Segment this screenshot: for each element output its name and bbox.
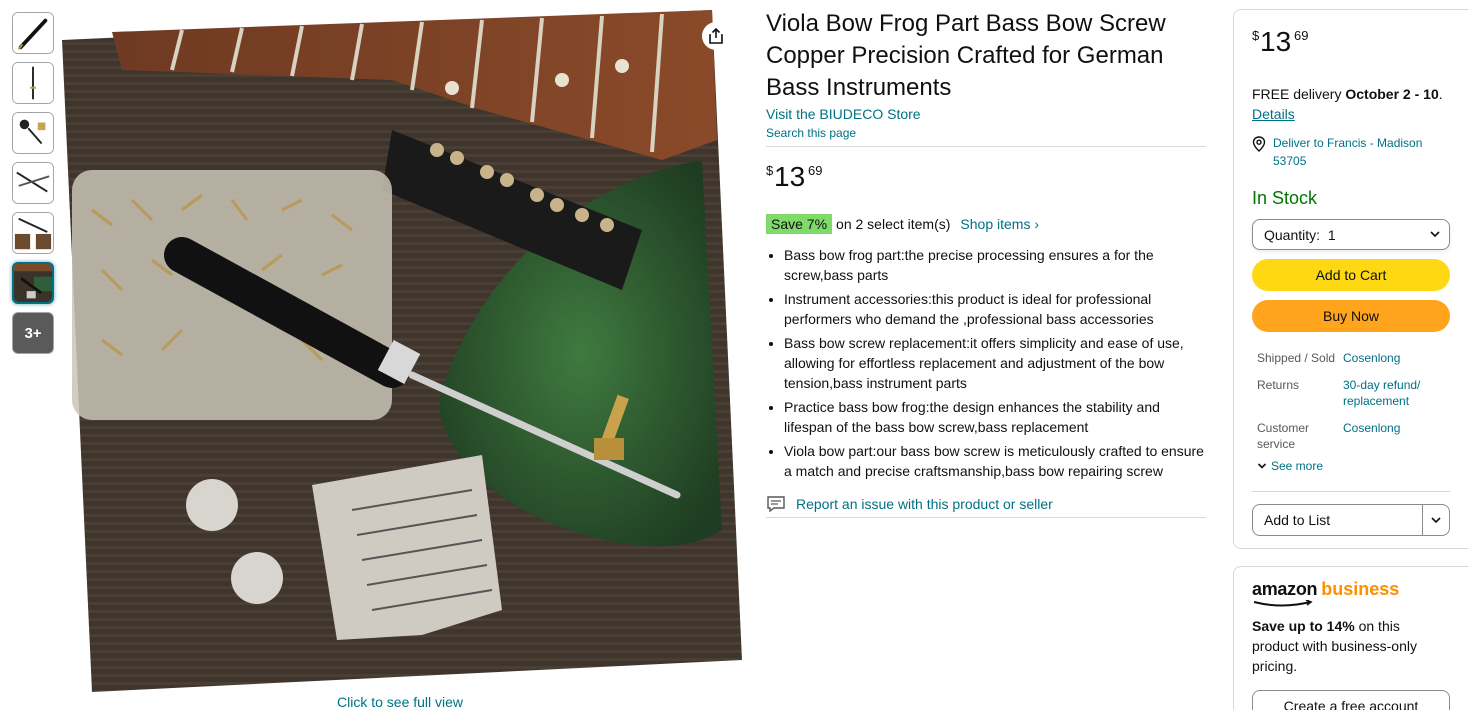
full-view-link[interactable]: Click to see full view xyxy=(337,694,463,710)
feature-bullet: Viola bow part:our bass bow screw is met… xyxy=(784,441,1206,481)
save-text: on 2 select item(s) xyxy=(836,216,951,232)
returns-row: Returns 30-day refund/ replacement xyxy=(1252,377,1450,409)
see-more-toggle[interactable]: See more xyxy=(1252,459,1450,473)
shipped-sold-row: Shipped / Sold Cosenlong xyxy=(1252,350,1450,366)
price-whole: 13 xyxy=(774,161,806,192)
divider xyxy=(1252,491,1450,492)
amazon-business-logo: amazon business xyxy=(1252,579,1450,608)
delivery-date: October 2 - 10 xyxy=(1345,86,1439,102)
buy-box: $ 13 69 FREE delivery October 2 - 10. De… xyxy=(1233,9,1468,549)
returns-label: Returns xyxy=(1257,378,1300,392)
amazon-smile-icon xyxy=(1253,600,1313,607)
report-issue-link[interactable]: Report an issue with this product or sel… xyxy=(796,496,1053,512)
quantity-label: Quantity: xyxy=(1264,226,1321,243)
buybox-price: $ 13 69 xyxy=(1252,24,1450,60)
price-fraction: 69 xyxy=(808,163,823,178)
feature-bullet: Practice bass bow frog:the design enhanc… xyxy=(784,397,1206,437)
price-symbol: $ xyxy=(1252,28,1260,43)
quantity-select[interactable]: Quantity: 1 xyxy=(1252,219,1450,250)
customer-service-row: Customer service Cosenlong xyxy=(1252,420,1450,452)
add-to-cart-button[interactable]: Add to Cart xyxy=(1252,259,1450,291)
location-pin-icon xyxy=(1252,136,1266,152)
share-button[interactable] xyxy=(702,22,730,50)
business-pricing-text: Save up to 14% on this product with busi… xyxy=(1252,616,1450,676)
share-icon xyxy=(709,27,723,44)
logo-amazon-text: amazon xyxy=(1252,579,1318,599)
message-icon xyxy=(767,496,785,513)
save-badge: Save 7% xyxy=(766,214,833,234)
product-details: Viola Bow Frog Part Bass Bow Screw Coppe… xyxy=(766,8,1206,518)
business-save-bold: Save up to 14% xyxy=(1252,618,1355,634)
store-link[interactable]: Visit the BIUDECO Store xyxy=(766,106,1206,122)
add-to-list-button[interactable]: Add to List xyxy=(1253,505,1423,535)
returns-link[interactable]: 30-day refund/ replacement xyxy=(1343,377,1443,409)
chevron-down-icon xyxy=(1257,463,1267,469)
product-price: $ 13 69 xyxy=(766,161,1206,192)
delivery-info: FREE delivery October 2 - 10. Details xyxy=(1252,84,1450,124)
create-account-button[interactable]: Create a free account xyxy=(1252,690,1450,710)
search-page-link[interactable]: Search this page xyxy=(766,126,1206,140)
product-main-image[interactable] xyxy=(62,10,742,692)
thumbnail-more[interactable]: 3+ xyxy=(12,312,54,354)
logo-business-text: business xyxy=(1321,579,1400,599)
quantity-value: 1 xyxy=(1327,226,1336,243)
delivery-suffix: . xyxy=(1438,86,1443,102)
delivery-prefix: FREE delivery xyxy=(1252,86,1346,102)
thumbnail-4[interactable] xyxy=(12,162,54,204)
thumbnail-5[interactable] xyxy=(12,212,54,254)
savings-row: Save 7% on 2 select item(s) Shop items › xyxy=(766,213,1206,235)
more-images-label: 3+ xyxy=(24,324,42,342)
price-whole: 13 xyxy=(1260,26,1292,57)
add-to-list-control: Add to List xyxy=(1252,504,1450,536)
shipped-sold-label: Shipped / Sold xyxy=(1257,351,1336,365)
feature-bullet: Bass bow frog part:the precise processin… xyxy=(784,245,1206,285)
divider xyxy=(766,517,1206,518)
thumbnail-6-selected[interactable] xyxy=(12,262,54,304)
thumbnail-3[interactable] xyxy=(12,112,54,154)
seller-link[interactable]: Cosenlong xyxy=(1343,350,1443,366)
feature-bullet: Instrument accessories:this product is i… xyxy=(784,289,1206,329)
price-symbol: $ xyxy=(766,163,774,178)
seller-info: Shipped / Sold Cosenlong Returns 30-day … xyxy=(1252,350,1450,452)
deliver-to[interactable]: Deliver to Francis - Madison 53705 xyxy=(1252,134,1450,170)
customer-service-label: Customer service xyxy=(1257,421,1310,451)
add-to-list-dropdown[interactable] xyxy=(1423,505,1449,535)
thumbnail-1[interactable] xyxy=(12,12,54,54)
report-issue-row[interactable]: Report an issue with this product or sel… xyxy=(766,495,1206,513)
amazon-business-box: amazon business Save up to 14% on this p… xyxy=(1233,566,1468,710)
thumbnail-2[interactable] xyxy=(12,62,54,104)
price-fraction: 69 xyxy=(1294,28,1309,43)
details-link[interactable]: Details xyxy=(1252,106,1295,122)
chevron-down-icon xyxy=(1431,517,1441,524)
product-title: Viola Bow Frog Part Bass Bow Screw Coppe… xyxy=(766,10,1166,101)
shop-items-link[interactable]: Shop items › xyxy=(960,216,1039,232)
feature-bullet: Bass bow screw replacement:it offers sim… xyxy=(784,333,1206,393)
thumbnail-strip: 3+ xyxy=(12,12,54,362)
stock-status: In Stock xyxy=(1252,188,1318,208)
buy-now-button[interactable]: Buy Now xyxy=(1252,300,1450,332)
see-more-label: See more xyxy=(1271,459,1324,473)
feature-bullets: Bass bow frog part:the precise processin… xyxy=(766,245,1206,481)
deliver-to-link[interactable]: Deliver to Francis - Madison 53705 xyxy=(1273,134,1443,170)
customer-service-link[interactable]: Cosenlong xyxy=(1343,420,1443,452)
divider xyxy=(766,146,1206,147)
chevron-down-icon xyxy=(1430,231,1440,238)
